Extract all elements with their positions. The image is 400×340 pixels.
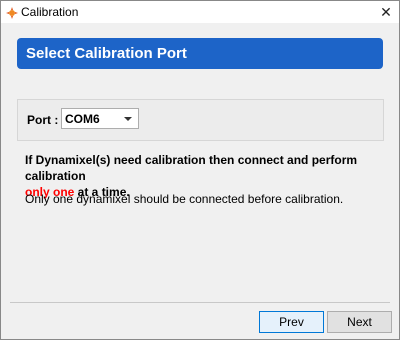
window-title: Calibration — [21, 5, 79, 19]
port-dropdown[interactable]: COM6 — [61, 108, 139, 129]
port-selected-value: COM6 — [65, 112, 100, 126]
close-icon: ✕ — [380, 3, 392, 20]
close-button[interactable]: ✕ — [373, 1, 399, 23]
port-panel: Port : COM6 — [17, 99, 384, 141]
info-text: Only one dynamixel should be connected b… — [25, 192, 344, 206]
warning-text-part1: If Dynamixel(s) need calibration then co… — [25, 153, 358, 183]
next-button[interactable]: Next — [327, 311, 392, 333]
content-area: Select Calibration Port Port : COM6 If D… — [1, 23, 399, 339]
footer-divider — [10, 302, 390, 303]
header-banner: Select Calibration Port — [17, 38, 383, 69]
calibration-window: Calibration ✕ Select Calibration Port Po… — [0, 0, 400, 340]
app-logo-icon — [6, 6, 18, 19]
banner-title: Select Calibration Port — [26, 45, 187, 62]
prev-button[interactable]: Prev — [259, 311, 324, 333]
chevron-down-icon — [124, 117, 132, 121]
title-bar: Calibration ✕ — [1, 1, 399, 23]
port-label: Port : — [27, 113, 59, 127]
